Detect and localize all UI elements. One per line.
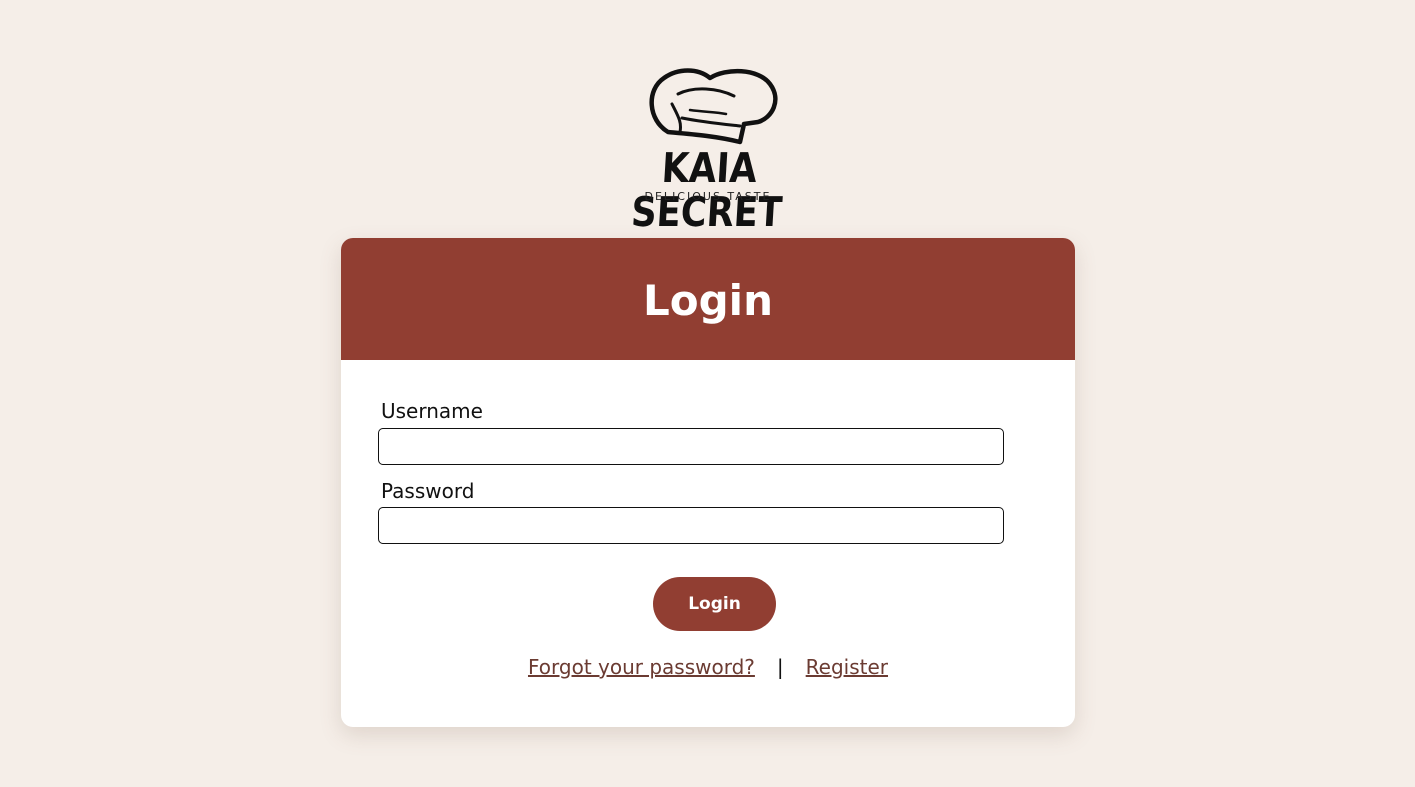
brand-tagline: DELICIOUS TASTE bbox=[644, 190, 772, 203]
login-title: Login bbox=[643, 275, 773, 325]
username-input[interactable] bbox=[378, 428, 1004, 465]
brand-logo: KAIA SECRET DELICIOUS TASTE bbox=[598, 60, 818, 236]
password-label: Password bbox=[381, 479, 475, 503]
auth-links: Forgot your password? | Register bbox=[341, 654, 1075, 680]
login-page: KAIA SECRET DELICIOUS TASTE Login Userna… bbox=[0, 0, 1415, 787]
login-button[interactable]: Login bbox=[653, 577, 776, 631]
login-card-header: Login bbox=[341, 238, 1075, 360]
forgot-password-link[interactable]: Forgot your password? bbox=[528, 655, 755, 679]
login-card: Login Username Password Login Forgot you… bbox=[341, 238, 1075, 727]
password-input[interactable] bbox=[378, 507, 1004, 544]
link-separator: | bbox=[776, 655, 784, 679]
username-label: Username bbox=[381, 399, 483, 423]
register-link[interactable]: Register bbox=[806, 655, 888, 679]
